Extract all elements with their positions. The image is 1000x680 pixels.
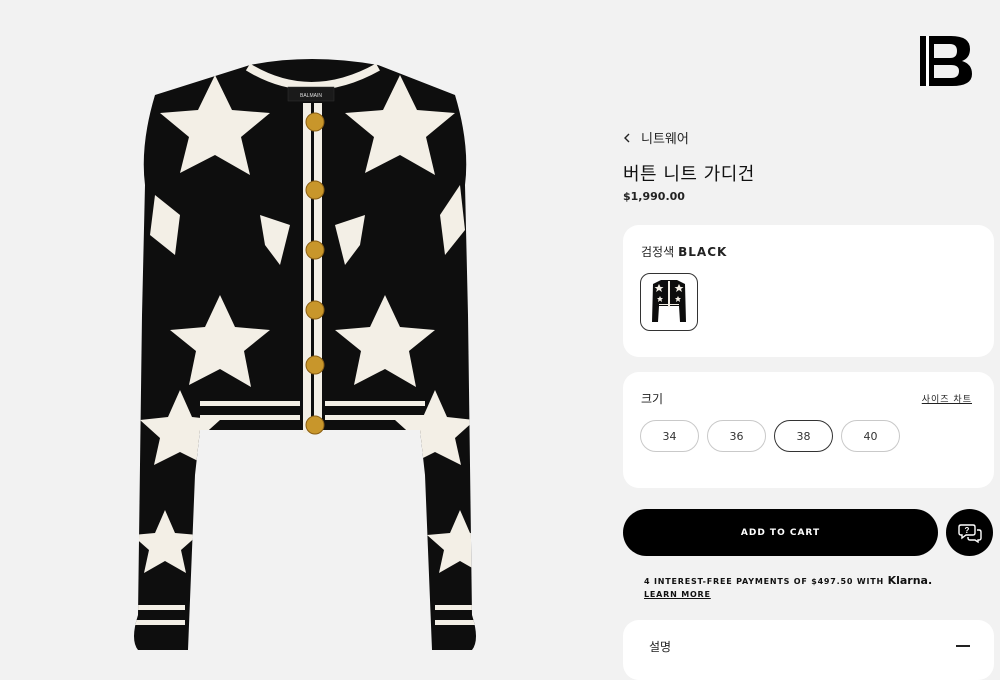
svg-text:?: ? [964,526,969,535]
klarna-info: 4 INTEREST-FREE PAYMENTS OF $497.50 WITH… [644,574,932,601]
cardigan-thumbnail [652,280,686,322]
description-accordion[interactable]: 설명 [623,620,994,680]
size-option-40[interactable]: 40 [841,420,900,452]
color-label-text: 검정색 [641,245,675,259]
size-option-38[interactable]: 38 [774,420,833,452]
color-value: BLACK [678,245,728,259]
breadcrumb-label: 니트웨어 [641,132,689,147]
size-options: 34 36 38 40 [640,420,900,452]
color-selector: 검정색 BLACK [623,225,994,357]
product-image: BALMAIN [120,55,505,655]
product-price: $1,990.00 [623,190,685,203]
chat-help-button[interactable]: ? [946,509,993,556]
garment-label: BALMAIN [300,93,322,99]
color-label: 검정색 BLACK [641,243,727,260]
chat-help-icon: ? [957,523,982,543]
size-option-36[interactable]: 36 [707,420,766,452]
size-chart-link[interactable]: 사이즈 차트 [922,392,972,405]
color-swatch-black[interactable] [640,273,698,331]
size-option-34[interactable]: 34 [640,420,699,452]
collapse-icon[interactable] [956,645,970,647]
klarna-logo: Klarna. [887,574,933,587]
breadcrumb[interactable]: 니트웨어 [623,128,689,147]
description-label: 설명 [649,640,672,654]
chevron-left-icon [624,133,630,142]
cardigan-illustration: BALMAIN [134,59,476,650]
size-selector: 크기 사이즈 차트 34 36 38 40 [623,372,994,488]
learn-more-link[interactable]: LEARN MORE [644,588,932,601]
brand-logo[interactable] [918,34,974,88]
product-title: 버튼 니트 가디건 [623,164,755,185]
add-to-cart-button[interactable]: ADD TO CART [623,509,938,556]
klarna-text: 4 INTEREST-FREE PAYMENTS OF $497.50 WITH [644,577,884,586]
size-label: 크기 [641,392,664,406]
